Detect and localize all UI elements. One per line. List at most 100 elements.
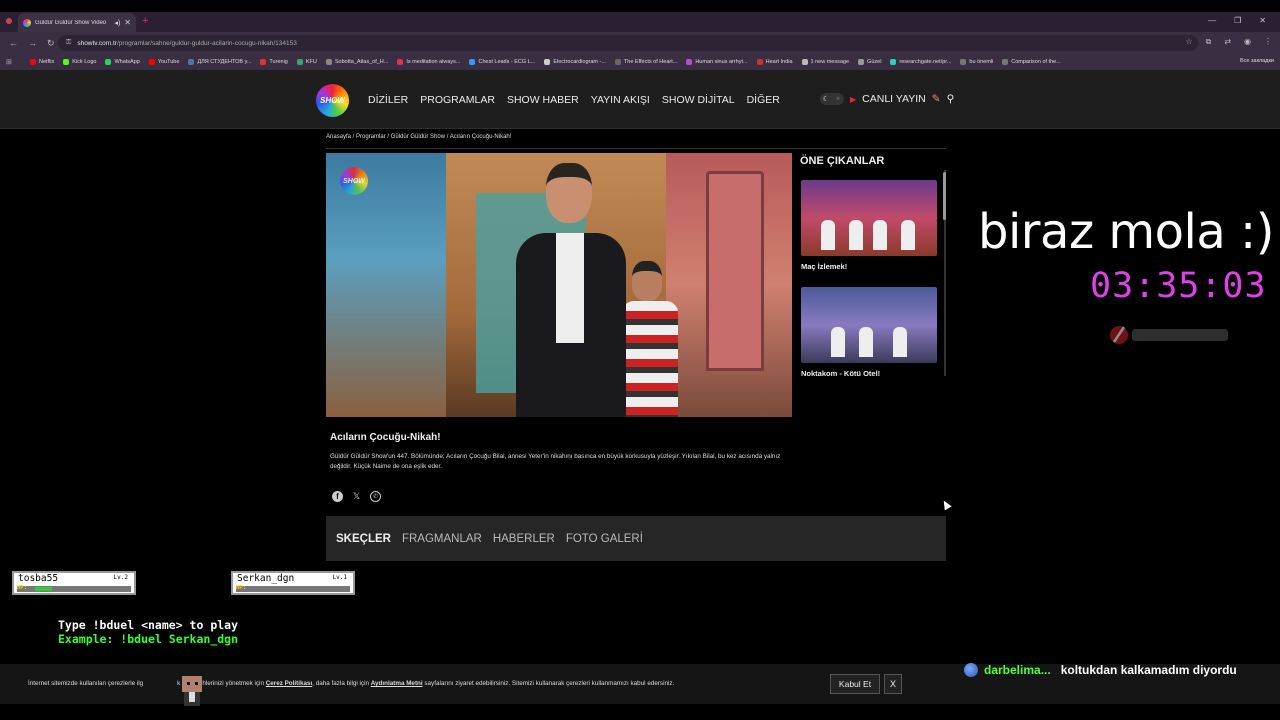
tab-haberler[interactable]: HABERLER bbox=[493, 533, 555, 545]
tag-icon[interactable]: ✎ bbox=[932, 93, 941, 105]
nav-item[interactable]: SHOW DİJİTAL bbox=[662, 94, 735, 106]
url-field[interactable]: ⚿ showtv.com.tr /programlar/sahne/guldur… bbox=[58, 35, 1198, 51]
privacy-notice-link[interactable]: Aydınlatma Metni bbox=[371, 680, 423, 687]
cookie-text-part: , daha fazla bilgi için bbox=[312, 680, 371, 687]
bookmark-label: 1 new message bbox=[810, 59, 850, 65]
bookmark-label: Electrocardiogram -... bbox=[553, 59, 606, 65]
bookmarks-bar: ⊞ Netflix Kick Logo WhatsApp YouTube ДЛЯ СТУ… bbox=[0, 54, 1280, 70]
facebook-icon[interactable]: f bbox=[332, 491, 343, 502]
featured-item[interactable]: Noktakom - Kötü Otel! bbox=[801, 287, 937, 378]
profile-icon[interactable]: ◉ bbox=[1244, 37, 1251, 47]
bookmark-item[interactable]: KFU bbox=[296, 59, 317, 65]
browser-tab-active[interactable]: Güldür Güldür Show Video ◂) ✕ bbox=[18, 13, 136, 32]
site-header: SHOW DİZİLER PROGRAMLAR SHOW HABER YAYIN AK… bbox=[0, 70, 1280, 129]
break-message: biraz mola :) bbox=[978, 204, 1274, 260]
tab-fragmanlar[interactable]: FRAGMANLAR bbox=[402, 533, 482, 545]
bookmark-label: Kick Logo bbox=[72, 59, 97, 65]
bookmark-favicon-icon bbox=[801, 59, 808, 65]
bookmark-item[interactable]: The Effects of Heart... bbox=[614, 59, 677, 65]
x-twitter-icon[interactable]: 𝕏 bbox=[351, 491, 362, 502]
breadcrumb[interactable]: Anasayfa / Programlar / Güldür Güldür Sh… bbox=[326, 134, 511, 140]
forward-icon[interactable]: → bbox=[28, 38, 38, 48]
main-nav: DİZİLER PROGRAMLAR SHOW HABER YAYIN AKIŞI SH… bbox=[368, 94, 780, 106]
bookmark-item[interactable]: bu önemli bbox=[960, 59, 993, 65]
bookmark-item[interactable]: Kick Logo bbox=[63, 59, 96, 65]
accept-cookies-button[interactable]: Kabul Et bbox=[830, 674, 880, 694]
chat-username: darbelima... bbox=[984, 663, 1051, 677]
bookmark-label: Chest Leads - ECG L... bbox=[478, 59, 536, 65]
tab-group-icon[interactable] bbox=[6, 18, 12, 24]
bookmark-item[interactable]: Heart India bbox=[756, 59, 793, 65]
cookie-policy-link[interactable]: Çerez Politikası bbox=[266, 680, 313, 687]
bookmark-item[interactable]: Sobotta_Atlas_of_H... bbox=[325, 59, 388, 65]
bookmark-item[interactable]: Netflix bbox=[30, 59, 54, 65]
duel-player-level: Lv.1 bbox=[332, 574, 347, 581]
all-bookmarks-button[interactable]: Все закладки bbox=[1240, 58, 1274, 64]
bookmark-label: WhatsApp bbox=[114, 59, 140, 65]
bookmark-item[interactable]: 1 new message bbox=[801, 59, 850, 65]
featured-item[interactable]: Maç İzlemek! bbox=[801, 180, 937, 271]
video-bg bbox=[326, 153, 446, 417]
live-link[interactable]: CANLI YAYIN bbox=[862, 93, 926, 105]
extensions-icon[interactable]: ⧉ bbox=[1206, 37, 1212, 47]
url-path: /programlar/sahne/guldur-guldur-acilarin… bbox=[116, 39, 297, 47]
bookmark-item[interactable]: Güzel bbox=[858, 59, 881, 65]
nav-item[interactable]: SHOW HABER bbox=[507, 94, 579, 106]
bookmark-item[interactable]: ДЛЯ СТУДЕНТОВ у... bbox=[188, 59, 251, 65]
address-toolbar: ← → ↻ ⚿ showtv.com.tr /programlar/sahne/… bbox=[0, 32, 1280, 54]
duel-instructions: Type !bduel <name> to play Example: !bdu… bbox=[58, 618, 238, 646]
theme-toggle[interactable]: ☾ ☀ bbox=[820, 93, 844, 105]
featured-scroll-thumb[interactable] bbox=[943, 172, 946, 220]
nav-item[interactable]: DİZİLER bbox=[368, 94, 408, 106]
chat-text: koltukdan kalkamadım diyordu bbox=[1060, 663, 1237, 677]
maximize-icon[interactable]: ❐ bbox=[1234, 16, 1241, 25]
menu-icon[interactable]: ⋮ bbox=[1264, 37, 1272, 47]
close-tab-icon[interactable]: ✕ bbox=[124, 18, 131, 27]
bookmark-item[interactable]: Is meditation always... bbox=[397, 59, 460, 65]
close-cookie-button[interactable]: X bbox=[884, 674, 902, 694]
bookmark-item[interactable]: Turenig bbox=[260, 59, 288, 65]
bookmark-favicon-icon bbox=[858, 59, 865, 65]
bookmark-label: Netflix bbox=[39, 59, 55, 65]
bookmark-label: bu önemli bbox=[969, 59, 994, 65]
featured-caption[interactable]: Maç İzlemek! bbox=[801, 262, 937, 271]
featured-caption[interactable]: Noktakom - Kötü Otel! bbox=[801, 369, 937, 378]
featured-thumbnail[interactable] bbox=[801, 180, 937, 256]
apps-grid-icon[interactable]: ⊞ bbox=[6, 58, 12, 66]
bookmark-item[interactable]: researchgate.net/pr... bbox=[890, 59, 951, 65]
show-tv-logo[interactable]: SHOW bbox=[316, 84, 349, 117]
video-player[interactable]: SHOW bbox=[326, 153, 792, 417]
translate-icon[interactable]: ⇄ bbox=[1224, 37, 1231, 47]
bookmark-label: YouTube bbox=[157, 59, 180, 65]
bookmark-item[interactable]: YouTube bbox=[148, 59, 180, 65]
minimize-icon[interactable]: — bbox=[1208, 16, 1216, 25]
bookmark-star-icon[interactable]: ☆ bbox=[1185, 37, 1192, 47]
bookmark-item[interactable]: WhatsApp bbox=[105, 59, 140, 65]
bookmark-label: Turenig bbox=[269, 59, 288, 65]
bookmark-favicon-icon bbox=[397, 59, 404, 65]
bookmark-favicon-icon bbox=[325, 59, 332, 65]
chat-badge-icon bbox=[964, 663, 978, 677]
new-tab-icon[interactable]: + bbox=[142, 15, 148, 27]
site-info-icon[interactable]: ⚿ bbox=[66, 39, 71, 47]
bookmark-label: Heart India bbox=[765, 59, 793, 65]
mouse-cursor-icon bbox=[940, 498, 952, 511]
nav-item[interactable]: YAYIN AKIŞI bbox=[591, 94, 650, 106]
nav-item[interactable]: PROGRAMLAR bbox=[420, 94, 495, 106]
search-icon[interactable]: ⚲ bbox=[947, 93, 955, 105]
featured-thumbnail[interactable] bbox=[801, 287, 937, 363]
reload-icon[interactable]: ↻ bbox=[47, 38, 57, 49]
tab-foto-galeri[interactable]: FOTO GALERİ bbox=[566, 533, 643, 545]
content-tabs: SKEÇLER FRAGMANLAR HABERLER FOTO GALERİ bbox=[326, 516, 946, 561]
nav-item[interactable]: DİĞER bbox=[747, 94, 780, 106]
speaker-icon[interactable]: ◂) bbox=[114, 19, 120, 27]
duel-instruction-line: Type !bduel <name> to play bbox=[58, 618, 239, 632]
bookmark-item[interactable]: Chest Leads - ECG L... bbox=[469, 59, 535, 65]
bookmark-item[interactable]: Comparison of the... bbox=[1002, 59, 1061, 65]
whatsapp-icon[interactable]: ✆ bbox=[370, 491, 381, 502]
tab-skecler[interactable]: SKEÇLER bbox=[336, 533, 391, 545]
close-window-icon[interactable]: ✕ bbox=[1259, 16, 1266, 25]
back-icon[interactable]: ← bbox=[9, 38, 19, 48]
bookmark-item[interactable]: Electrocardiogram -... bbox=[544, 59, 606, 65]
bookmark-item[interactable]: Human sinus arrhyt... bbox=[686, 59, 748, 65]
